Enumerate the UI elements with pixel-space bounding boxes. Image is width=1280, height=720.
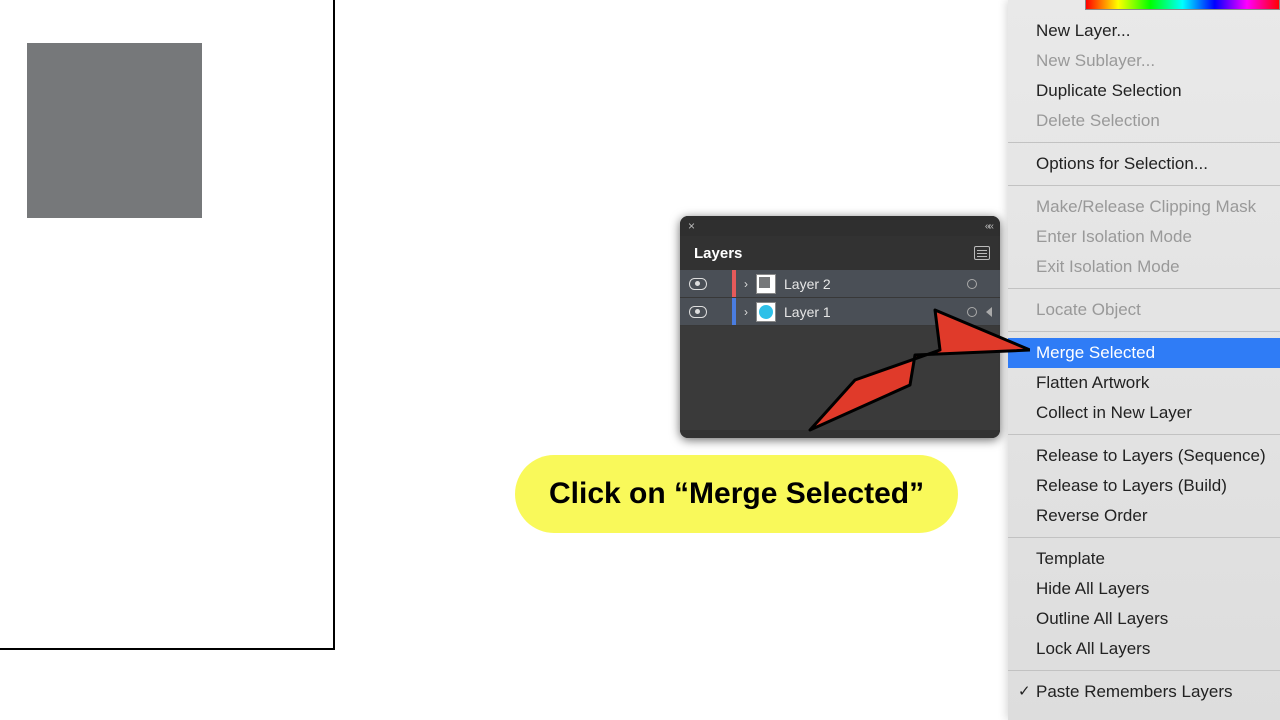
eye-icon — [689, 306, 705, 317]
menu-separator — [1008, 185, 1280, 186]
layer-thumbnail[interactable] — [756, 274, 776, 294]
layers-panel: × «« Layers › Layer 2 › Layer 1 — [680, 216, 1000, 438]
menu-separator — [1008, 142, 1280, 143]
menu-separator — [1008, 434, 1280, 435]
layers-context-menu: New Layer... New Sublayer... Duplicate S… — [1008, 0, 1280, 720]
target-icon[interactable] — [958, 276, 986, 292]
menu-new-sublayer: New Sublayer... — [1008, 46, 1280, 76]
menu-paste-remembers-layers[interactable]: Paste Remembers Layers — [1008, 677, 1280, 707]
layer-thumbnail[interactable] — [756, 302, 776, 322]
menu-separator — [1008, 288, 1280, 289]
layer-name[interactable]: Layer 1 — [784, 304, 958, 320]
menu-flatten-artwork[interactable]: Flatten Artwork — [1008, 368, 1280, 398]
layer-name[interactable]: Layer 2 — [784, 276, 958, 292]
menu-outline-all-layers[interactable]: Outline All Layers — [1008, 604, 1280, 634]
menu-exit-isolation-mode: Exit Isolation Mode — [1008, 252, 1280, 282]
artboard[interactable] — [0, 0, 335, 650]
gray-square-shape[interactable] — [27, 43, 202, 218]
layer-row[interactable]: › Layer 2 — [680, 270, 1000, 298]
color-spectrum-strip[interactable] — [1085, 0, 1280, 10]
menu-collect-in-new-layer[interactable]: Collect in New Layer — [1008, 398, 1280, 428]
menu-hide-all-layers[interactable]: Hide All Layers — [1008, 574, 1280, 604]
menu-merge-selected[interactable]: Merge Selected — [1008, 338, 1280, 368]
menu-options-for-selection[interactable]: Options for Selection... — [1008, 149, 1280, 179]
menu-enter-isolation-mode: Enter Isolation Mode — [1008, 222, 1280, 252]
close-icon[interactable]: × — [688, 220, 695, 232]
menu-locate-object: Locate Object — [1008, 295, 1280, 325]
collapse-icon[interactable]: «« — [985, 221, 992, 232]
menu-separator — [1008, 670, 1280, 671]
menu-lock-all-layers[interactable]: Lock All Layers — [1008, 634, 1280, 664]
expand-icon[interactable]: › — [736, 305, 756, 319]
menu-duplicate-selection[interactable]: Duplicate Selection — [1008, 76, 1280, 106]
visibility-toggle[interactable] — [680, 306, 714, 317]
expand-icon[interactable]: › — [736, 277, 756, 291]
panel-header: Layers — [680, 236, 1000, 270]
selection-indicator[interactable] — [986, 307, 1000, 317]
menu-release-build[interactable]: Release to Layers (Build) — [1008, 471, 1280, 501]
menu-reverse-order[interactable]: Reverse Order — [1008, 501, 1280, 531]
menu-new-layer[interactable]: New Layer... — [1008, 16, 1280, 46]
eye-icon — [689, 278, 705, 289]
panel-topbar: × «« — [680, 216, 1000, 236]
menu-template[interactable]: Template — [1008, 544, 1280, 574]
target-icon[interactable] — [958, 304, 986, 320]
layer-row[interactable]: › Layer 1 — [680, 298, 1000, 326]
menu-delete-selection: Delete Selection — [1008, 106, 1280, 136]
instruction-callout: Click on “Merge Selected” — [515, 455, 958, 533]
panel-title: Layers — [694, 245, 742, 262]
menu-separator — [1008, 331, 1280, 332]
panel-empty-area — [680, 326, 1000, 430]
menu-separator — [1008, 537, 1280, 538]
visibility-toggle[interactable] — [680, 278, 714, 289]
menu-make-release-clipping-mask: Make/Release Clipping Mask — [1008, 192, 1280, 222]
menu-release-sequence[interactable]: Release to Layers (Sequence) — [1008, 441, 1280, 471]
panel-footer — [680, 430, 1000, 438]
panel-menu-icon[interactable] — [974, 246, 990, 260]
